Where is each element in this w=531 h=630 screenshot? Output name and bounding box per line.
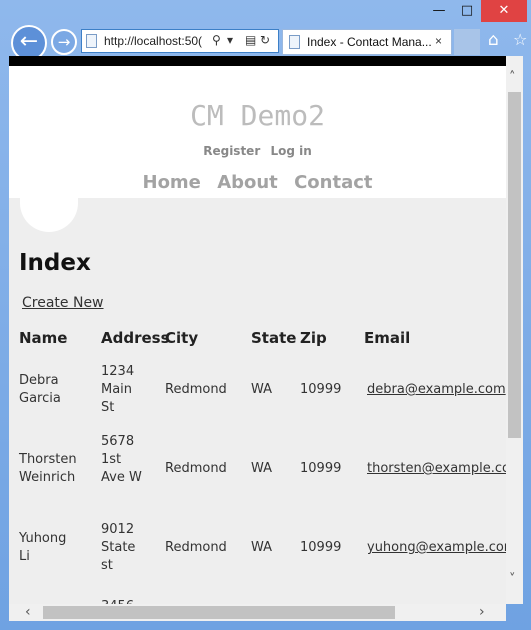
scroll-down-icon[interactable]: ˅ — [509, 572, 516, 587]
vertical-scroll-thumb[interactable] — [508, 92, 521, 438]
table-row-zip: 10999 — [300, 461, 342, 476]
search-icon[interactable]: ⚲ — [212, 33, 221, 47]
table-row-email[interactable]: thorsten@example.com — [367, 460, 506, 478]
table-row-address: 1234 Main St — [101, 364, 135, 415]
favorites-star-icon[interactable]: ☆ — [513, 30, 527, 49]
scroll-right-icon[interactable]: › — [479, 604, 485, 620]
close-tab-icon[interactable]: × — [435, 34, 442, 48]
scroll-left-icon[interactable]: ‹ — [25, 604, 31, 620]
close-icon[interactable]: ✕ — [481, 0, 527, 22]
table-row-state: WA — [251, 382, 273, 397]
maximize-icon[interactable]: □ — [453, 0, 481, 22]
browser-tab[interactable]: Index - Contact Mana... × — [282, 29, 452, 55]
new-tab-button[interactable] — [454, 29, 480, 55]
address-bar[interactable]: http://localhost:50( ⚲ ▾ ▤ ↻ — [81, 29, 279, 53]
horizontal-scroll-thumb[interactable] — [43, 606, 395, 619]
header-name: Name — [19, 329, 68, 347]
header-decoration — [20, 186, 78, 232]
dropdown-icon[interactable]: ▾ — [227, 33, 233, 47]
scroll-up-icon[interactable]: ˄ — [509, 70, 516, 85]
nav-contact[interactable]: Contact — [294, 172, 372, 193]
page-title: Index — [19, 250, 91, 276]
forward-arrow-icon[interactable]: → — [51, 29, 77, 55]
minimize-icon[interactable]: — — [424, 0, 454, 22]
vertical-scrollbar[interactable]: ˄ ˅ — [506, 56, 523, 604]
page-icon — [86, 34, 97, 48]
nav-menu: Home About Contact — [9, 172, 506, 193]
table-row-address: 9012 State st — [101, 522, 136, 573]
table-row-city: Redmond — [165, 540, 227, 555]
address-url[interactable]: http://localhost:50( — [104, 34, 206, 48]
table-row-city: Redmond — [165, 461, 227, 476]
table-row-name: Yuhong Li — [19, 531, 67, 564]
table-row-zip: 10999 — [300, 540, 342, 555]
table-row-state: WA — [251, 461, 273, 476]
login-link[interactable]: Log in — [270, 144, 311, 158]
table-row-email[interactable]: debra@example.com — [367, 381, 506, 399]
table-row-email[interactable]: yuhong@example.com — [367, 539, 506, 557]
header-address: Address — [101, 329, 170, 347]
site-title[interactable]: CM Demo2 — [9, 99, 506, 132]
header-email: Email — [364, 329, 411, 347]
table-row-zip: 10999 — [300, 382, 342, 397]
horizontal-scrollbar[interactable]: ‹ › — [9, 604, 506, 621]
page-viewport: CM Demo2 Register Log in Home About Cont… — [9, 56, 506, 604]
table-row-name: Debra Garcia — [19, 373, 61, 406]
compat-icon[interactable]: ▤ — [245, 33, 256, 47]
page-icon — [289, 35, 300, 49]
header-city: City — [165, 329, 199, 347]
table-row-state: WA — [251, 540, 273, 555]
header-zip: Zip — [300, 329, 327, 347]
header-state: State — [251, 329, 297, 347]
home-icon[interactable]: ⌂ — [488, 30, 499, 50]
create-new-link[interactable]: Create New — [22, 295, 104, 311]
table-row-city: Redmond — [165, 382, 227, 397]
nav-about[interactable]: About — [217, 172, 278, 193]
top-bar — [9, 56, 506, 66]
site-header: CM Demo2 Register Log in Home About Cont… — [9, 66, 506, 232]
login-partial: Register Log in — [9, 144, 506, 158]
table-row-address: 5678 1st Ave W — [101, 434, 142, 485]
nav-home[interactable]: Home — [143, 172, 201, 193]
table-row-name: Thorsten Weinrich — [19, 452, 77, 485]
register-link[interactable]: Register — [203, 144, 260, 158]
refresh-icon[interactable]: ↻ — [260, 33, 270, 47]
tab-title: Index - Contact Mana... — [307, 35, 432, 49]
